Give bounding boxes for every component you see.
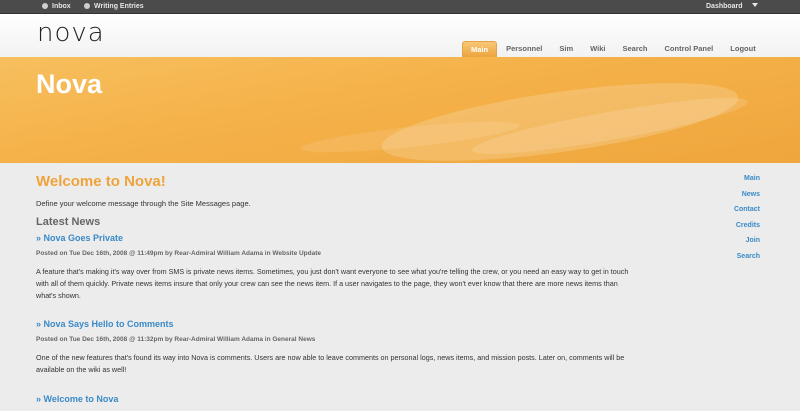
- welcome-heading: Welcome to Nova!: [36, 173, 166, 190]
- page-banner: Nova: [0, 57, 800, 163]
- tab-personnel[interactable]: Personnel: [498, 41, 550, 57]
- site-header: nova Main Personnel Sim Wiki Search Cont…: [0, 14, 800, 57]
- sidebar-item-main[interactable]: Main: [734, 174, 760, 184]
- writing-entries-link[interactable]: Writing Entries: [84, 0, 144, 14]
- main-content: Welcome to Nova! Define your welcome mes…: [36, 173, 656, 229]
- sidebar-item-join[interactable]: Join: [734, 236, 760, 246]
- sidebar-item-news[interactable]: News: [734, 190, 760, 200]
- sidebar-nav: Main News Contact Credits Join Search: [734, 174, 760, 268]
- tab-sim[interactable]: Sim: [551, 41, 581, 57]
- main-nav: Main Personnel Sim Wiki Search Control P…: [462, 41, 765, 57]
- news-title-link[interactable]: » Welcome to Nova: [36, 393, 646, 405]
- news-title-link[interactable]: » Nova Says Hello to Comments: [36, 318, 646, 330]
- inbox-label: Inbox: [52, 3, 71, 10]
- tab-search[interactable]: Search: [614, 41, 655, 57]
- tab-wiki[interactable]: Wiki: [582, 41, 613, 57]
- tab-control-panel[interactable]: Control Panel: [657, 41, 722, 57]
- sidebar-item-contact[interactable]: Contact: [734, 205, 760, 215]
- sidebar-item-credits[interactable]: Credits: [734, 221, 760, 231]
- welcome-message: Define your welcome message through the …: [36, 199, 251, 208]
- page-title: Nova: [36, 69, 103, 99]
- writing-entries-label: Writing Entries: [94, 3, 144, 10]
- tab-main[interactable]: Main: [462, 41, 498, 57]
- news-body: A feature that's making it's way over fr…: [36, 267, 629, 300]
- news-body: One of the new features that's found its…: [36, 353, 625, 374]
- dashboard-label: Dashboard: [706, 3, 743, 10]
- inbox-link[interactable]: Inbox: [42, 0, 71, 14]
- tab-logout[interactable]: Logout: [722, 41, 763, 57]
- site-logo[interactable]: nova: [37, 19, 105, 47]
- news-meta: Posted on Tue Dec 16th, 2008 @ 11:49pm b…: [36, 250, 322, 257]
- news-meta: Posted on Tue Dec 16th, 2008 @ 11:32pm b…: [36, 336, 316, 343]
- sidebar-item-search[interactable]: Search: [734, 252, 760, 262]
- dashboard-dropdown[interactable]: Dashboard: [706, 0, 758, 14]
- latest-news-heading: Latest News: [36, 216, 101, 228]
- chevron-down-icon: [751, 3, 758, 7]
- news-item: » Welcome to Nova: [36, 393, 646, 405]
- writing-icon: [84, 3, 90, 9]
- news-item: » Nova Says Hello to Comments Posted on …: [36, 318, 646, 376]
- top-bar: Inbox Writing Entries Dashboard: [0, 0, 800, 14]
- news-title-link[interactable]: » Nova Goes Private: [36, 232, 646, 244]
- news-item: » Nova Goes Private Posted on Tue Dec 16…: [36, 232, 646, 302]
- inbox-icon: [42, 3, 48, 9]
